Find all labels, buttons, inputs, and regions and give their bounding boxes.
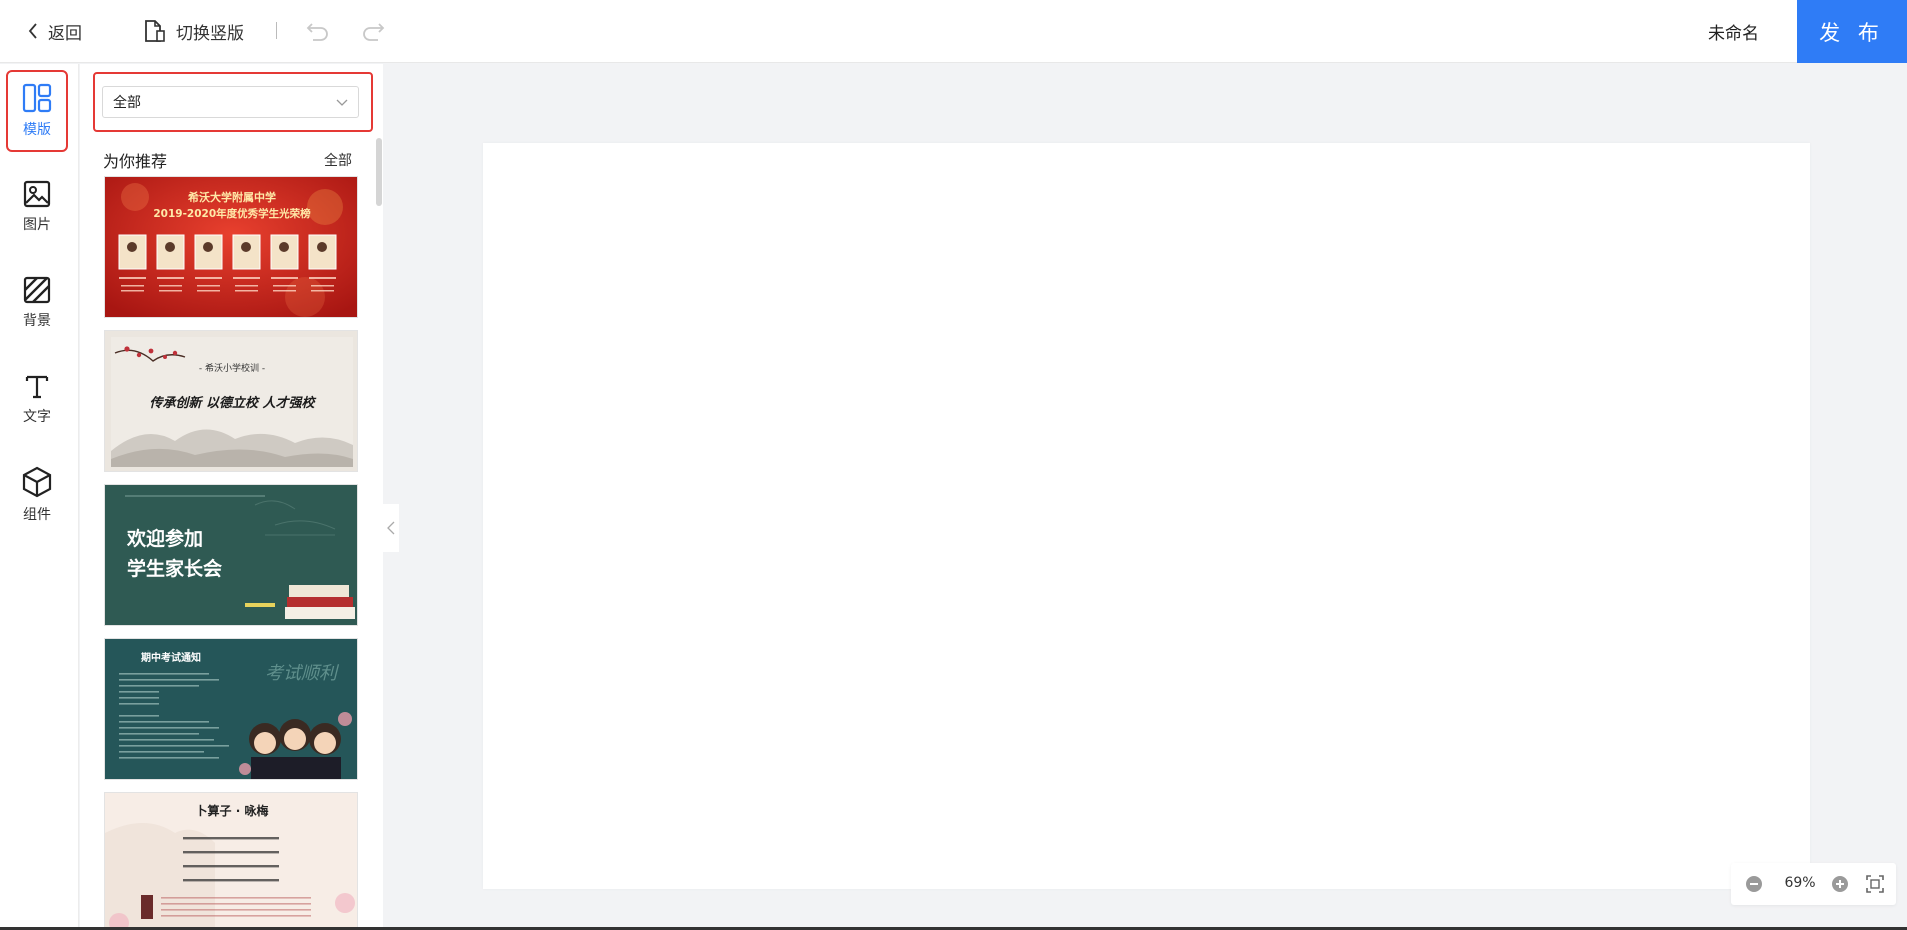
redo-icon	[363, 23, 385, 41]
document-name[interactable]: 未命名	[1708, 19, 1759, 44]
category-select[interactable]: 全部	[102, 86, 359, 118]
template-title: 希沃大学附属中学	[187, 190, 276, 204]
undo-icon	[306, 23, 328, 41]
top-bar: 返回 切换竖版 未命名 发 布	[0, 0, 1907, 63]
sidebar-item-label: 图片	[23, 217, 51, 233]
plus-circle-icon	[1832, 876, 1848, 892]
minus-circle-icon	[1746, 876, 1762, 892]
sidebar-item-label: 模版	[23, 122, 51, 138]
template-card-exam-notice[interactable]: 期中考试通知 考试顺利	[104, 638, 358, 780]
template-card-school-motto[interactable]: - 希沃小学校训 - 传承创新 以德立校 人才强校	[104, 330, 358, 472]
template-title: - 希沃小学校训 -	[199, 362, 265, 374]
sidebar-item-template[interactable]: 模版	[6, 70, 68, 152]
sidebar-item-background[interactable]: 背景	[6, 262, 68, 344]
chevron-down-icon	[336, 99, 348, 106]
redo-button[interactable]	[360, 19, 386, 43]
category-select-highlight: 全部	[93, 72, 373, 132]
component-icon	[22, 466, 52, 498]
scrollbar-thumb[interactable]	[376, 138, 382, 206]
template-subtitle: 学生家长会	[127, 557, 222, 580]
chevron-left-icon	[28, 23, 37, 39]
sidebar-item-label: 文字	[23, 409, 51, 425]
template-subtitle: 2019-2020年度优秀学生光荣榜	[153, 207, 311, 220]
sidebar-item-image[interactable]: 图片	[6, 166, 68, 248]
zoom-control: 69%	[1731, 863, 1896, 905]
publish-button[interactable]: 发 布	[1797, 0, 1907, 63]
template-subtitle: 考试顺利	[265, 663, 340, 684]
switch-label: 切换竖版	[176, 23, 244, 44]
template-title: 欢迎参加	[126, 527, 203, 550]
toolbar-divider	[276, 22, 277, 39]
template-title: 卜算子 · 咏梅	[196, 803, 269, 818]
sidebar-item-component[interactable]: 组件	[6, 454, 68, 536]
collapse-panel-button[interactable]	[383, 504, 399, 552]
image-icon	[23, 180, 51, 208]
template-panel: 全部 为你推荐 全部 希沃大学附属中学 2019-2020年度优秀学生光荣榜 -…	[80, 64, 383, 930]
template-icon	[22, 83, 52, 113]
fit-screen-button[interactable]	[1866, 875, 1884, 893]
undo-button[interactable]	[305, 19, 331, 43]
tool-sidebar: 模版 图片 背景 文字 组件	[0, 64, 79, 930]
section-title: 为你推荐	[103, 152, 168, 171]
zoom-value: 69%	[1784, 875, 1816, 891]
switch-orientation-button[interactable]: 切换竖版	[144, 17, 244, 45]
text-icon	[25, 375, 49, 399]
zoom-out-button[interactable]	[1745, 875, 1763, 893]
page-orientation-icon	[145, 20, 165, 42]
back-button[interactable]: 返回	[28, 18, 82, 44]
design-canvas[interactable]	[483, 143, 1810, 889]
background-icon	[23, 276, 51, 304]
template-title: 期中考试通知	[141, 651, 201, 664]
sidebar-item-label: 组件	[23, 507, 51, 523]
back-label: 返回	[48, 23, 82, 44]
template-card-honor-roll[interactable]: 希沃大学附属中学 2019-2020年度优秀学生光荣榜	[104, 176, 358, 318]
template-card-poem[interactable]: 卜算子 · 咏梅	[104, 792, 358, 930]
chevron-left-icon	[387, 521, 395, 535]
template-card-parents-meeting[interactable]: 欢迎参加 学生家长会	[104, 484, 358, 626]
view-all-link[interactable]: 全部	[324, 150, 352, 170]
scrollbar-track[interactable]	[376, 138, 382, 930]
template-subtitle: 传承创新 以德立校 人才强校	[149, 395, 316, 411]
zoom-in-button[interactable]	[1831, 875, 1849, 893]
sidebar-item-text[interactable]: 文字	[6, 358, 68, 440]
category-select-value: 全部	[113, 95, 141, 111]
sidebar-item-label: 背景	[23, 313, 51, 329]
fit-screen-icon	[1866, 875, 1884, 893]
